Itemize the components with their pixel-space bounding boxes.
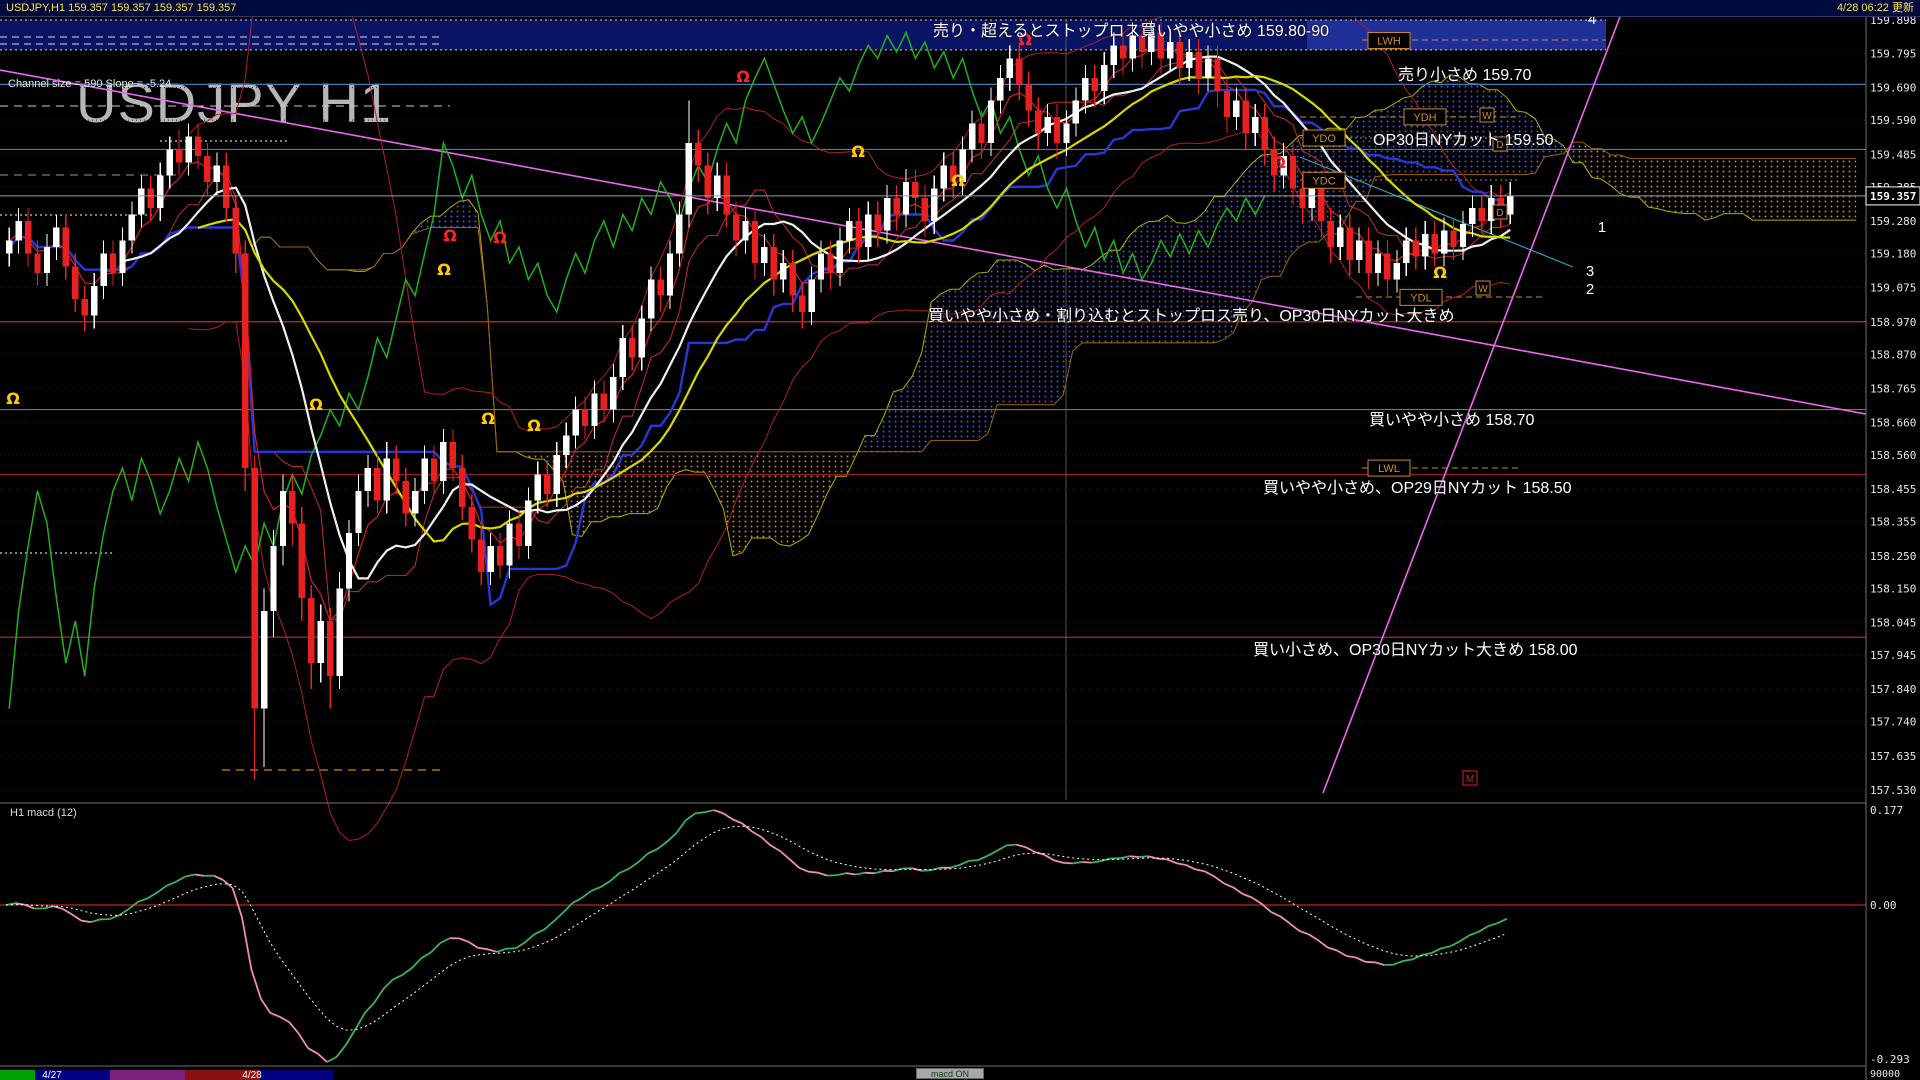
candles-group <box>6 21 1513 780</box>
svg-text:Ω: Ω <box>1018 30 1032 49</box>
svg-text:Ω: Ω <box>951 171 965 190</box>
svg-text:2: 2 <box>1586 281 1594 298</box>
svg-text:M: M <box>1466 774 1474 785</box>
svg-text:Ω: Ω <box>481 409 495 428</box>
chart-area[interactable]: ΩΩΩΩΩΩΩΩΩΩΩΩΩLWHYDHYDOYDCYDLLWLWDDWM4132… <box>0 0 1920 1080</box>
svg-text:YDH: YDH <box>1413 112 1436 124</box>
update-timestamp: 4/28 06:22 更新 <box>1837 0 1914 17</box>
svg-text:Ω: Ω <box>527 416 541 435</box>
svg-text:D: D <box>1496 208 1503 219</box>
macd-on-button[interactable]: macd ON <box>916 1068 984 1079</box>
svg-text:Ω: Ω <box>443 226 457 245</box>
top-bar: USDJPY,H1 159.357 159.357 159.357 159.35… <box>0 0 1920 17</box>
svg-text:D: D <box>1496 140 1503 151</box>
svg-text:Ω: Ω <box>6 389 20 408</box>
svg-text:Ω: Ω <box>851 142 865 161</box>
svg-text:3: 3 <box>1586 263 1594 280</box>
symbol-ohlc-readout: USDJPY,H1 159.357 159.357 159.357 159.35… <box>6 0 236 17</box>
svg-text:Ω: Ω <box>437 260 451 279</box>
svg-text:LWH: LWH <box>1377 35 1401 47</box>
svg-text:YDC: YDC <box>1312 175 1335 187</box>
svg-text:4/28: 4/28 <box>242 1070 262 1080</box>
svg-text:LWL: LWL <box>1378 463 1400 475</box>
svg-text:90000: 90000 <box>1870 1069 1900 1080</box>
svg-text:W: W <box>1478 284 1488 295</box>
svg-text:YDL: YDL <box>1410 292 1431 304</box>
chart-window: USDJPY H1 ΩΩΩΩΩΩΩΩΩΩΩΩΩLWHYDHYDOYDCYDLLW… <box>0 0 1920 1080</box>
svg-text:Ω: Ω <box>736 67 750 86</box>
price-axis[interactable] <box>1866 17 1920 1066</box>
svg-text:Ω: Ω <box>309 395 323 414</box>
svg-text:Ω: Ω <box>1272 153 1286 172</box>
svg-text:W: W <box>1482 111 1492 122</box>
svg-text:YDO: YDO <box>1312 133 1336 145</box>
svg-text:1: 1 <box>1598 219 1606 236</box>
svg-text:4/27: 4/27 <box>42 1070 62 1080</box>
svg-text:Ω: Ω <box>493 228 507 247</box>
svg-text:Ω: Ω <box>1433 263 1447 282</box>
